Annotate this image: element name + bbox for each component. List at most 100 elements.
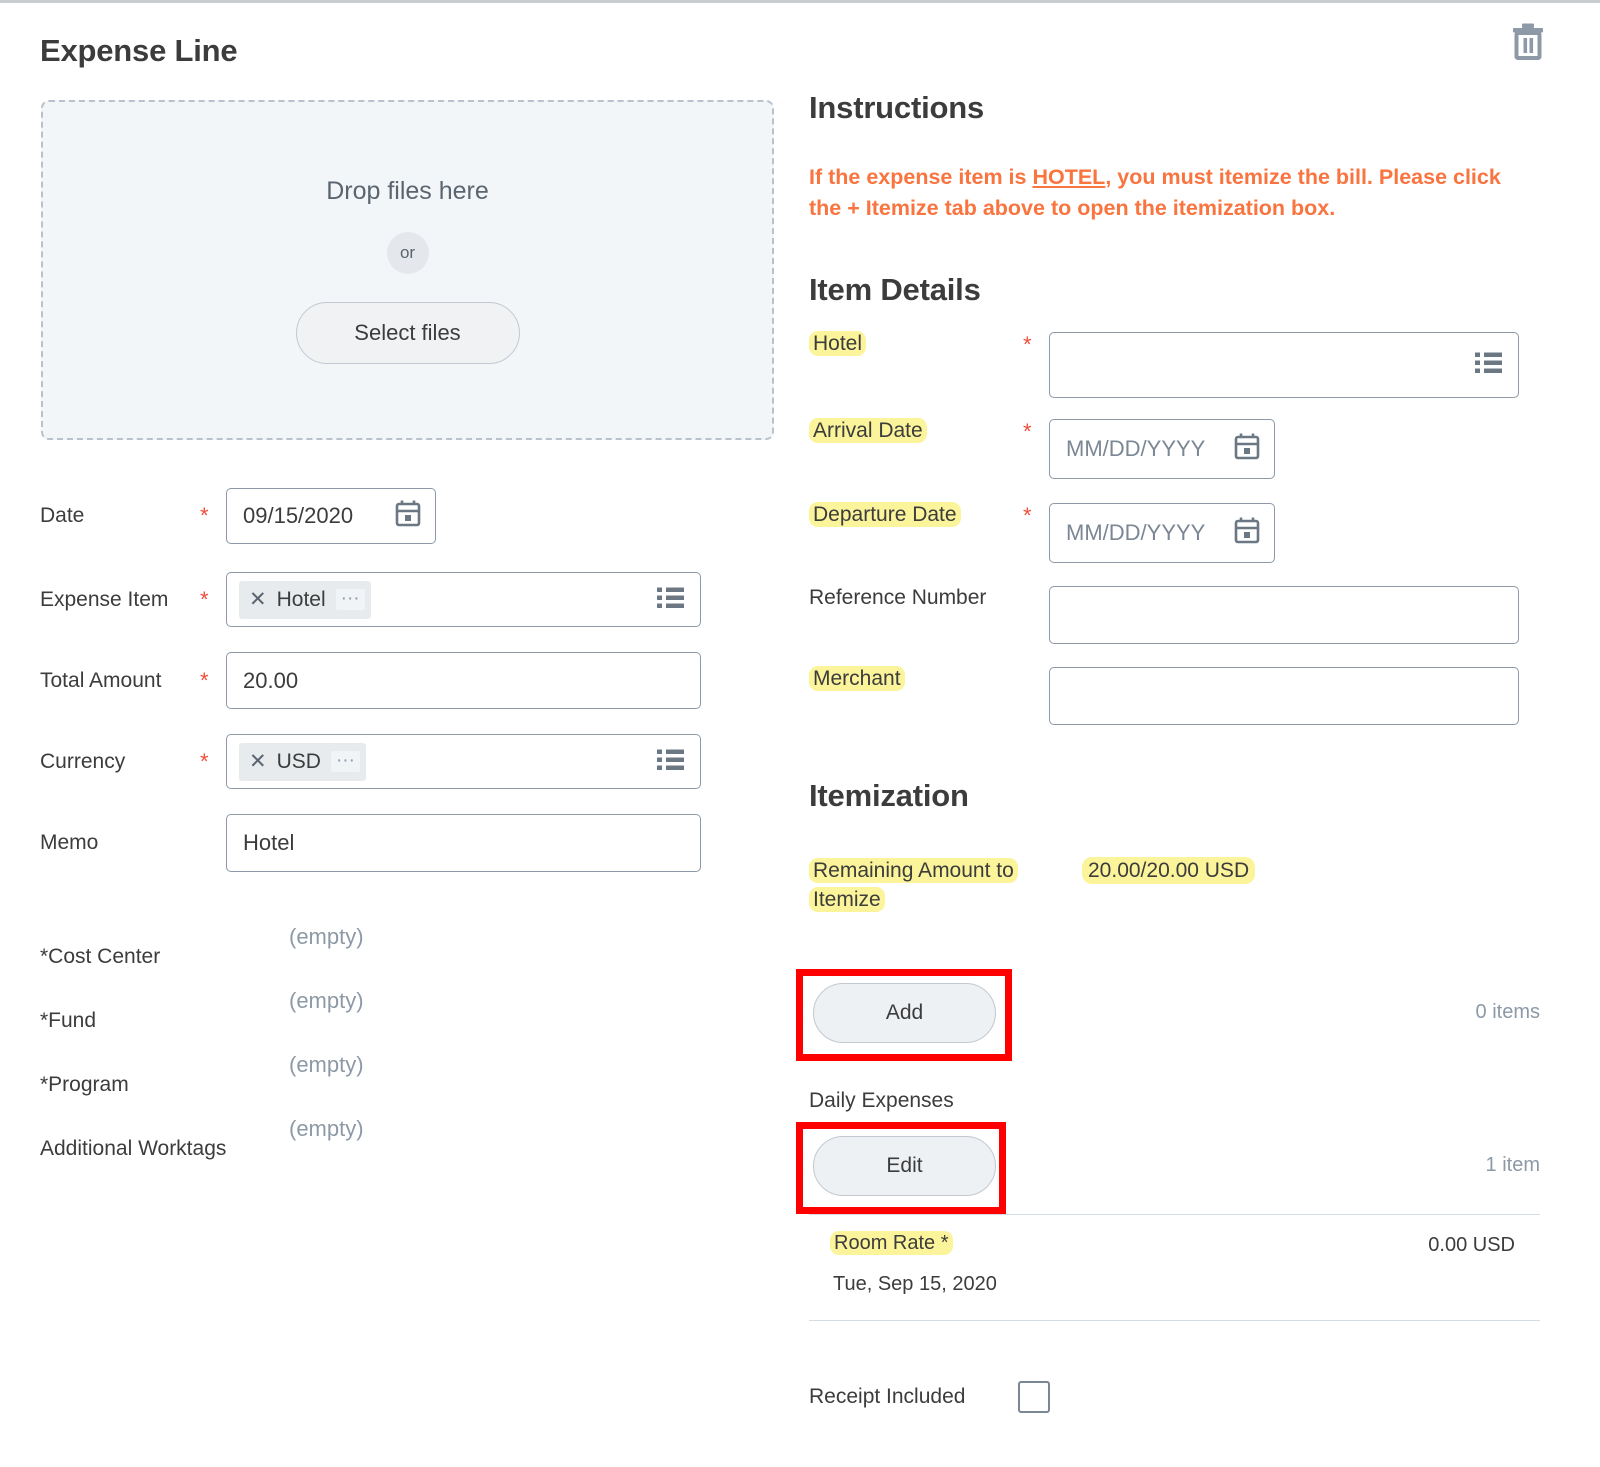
remove-token-icon[interactable]: ✕ bbox=[249, 589, 267, 610]
form-row-memo: Memo Hotel bbox=[40, 814, 701, 872]
line-item-name: Room Rate * bbox=[830, 1231, 953, 1255]
currency-token[interactable]: ✕ USD ··· bbox=[239, 742, 366, 781]
calendar-icon[interactable] bbox=[1234, 517, 1260, 549]
daily-expenses-label: Daily Expenses bbox=[809, 1089, 954, 1112]
total-amount-value: 20.00 bbox=[243, 667, 299, 693]
hotel-label: Hotel bbox=[809, 331, 1023, 356]
departure-date-label: Departure Date bbox=[809, 502, 1023, 527]
arrival-date-label: Arrival Date bbox=[809, 418, 1023, 443]
form-row-currency: Currency * ✕ USD ··· bbox=[40, 734, 701, 789]
memo-value: Hotel bbox=[243, 830, 295, 855]
receipt-included-label: Receipt Included bbox=[809, 1385, 966, 1408]
merchant-input[interactable] bbox=[1049, 667, 1519, 725]
edit-item-count: 1 item bbox=[1485, 1154, 1540, 1176]
arrival-date-input[interactable]: MM/DD/YYYY bbox=[1049, 419, 1275, 479]
reference-number-label: Reference Number bbox=[809, 586, 987, 609]
worktag-row-program: *Program (empty) bbox=[40, 1046, 740, 1110]
cost-center-value[interactable]: (empty) bbox=[289, 924, 364, 950]
worktag-row-additional: Additional Worktags (empty) bbox=[40, 1110, 740, 1174]
instructions-hotel-emphasis: HOTEL bbox=[1032, 165, 1106, 189]
page-title: Expense Line bbox=[40, 33, 238, 68]
total-amount-input[interactable]: 20.00 bbox=[226, 652, 701, 709]
line-item-name-text: Room Rate * bbox=[830, 1231, 953, 1255]
reference-number-required-marker bbox=[1023, 586, 1049, 588]
program-label: *Program bbox=[40, 1073, 129, 1096]
arrival-date-required-marker: * bbox=[1023, 419, 1032, 444]
line-item-divider-bottom bbox=[809, 1320, 1540, 1321]
currency-required-marker: * bbox=[200, 748, 209, 774]
item-detail-row-arrival-date: Arrival Date * MM/DD/YYYY bbox=[809, 418, 1275, 479]
fund-value[interactable]: (empty) bbox=[289, 988, 364, 1014]
instructions-heading: Instructions bbox=[809, 90, 985, 125]
item-details-heading: Item Details bbox=[809, 272, 981, 307]
cost-center-label: *Cost Center bbox=[40, 945, 161, 968]
total-amount-label: Total Amount bbox=[40, 668, 162, 692]
expense-item-required-marker: * bbox=[200, 586, 209, 612]
program-value[interactable]: (empty) bbox=[289, 1052, 364, 1078]
remaining-amount-label: Remaining Amount to Itemize bbox=[809, 857, 1039, 915]
token-overflow-icon[interactable]: ··· bbox=[330, 750, 360, 772]
arrival-date-placeholder: MM/DD/YYYY bbox=[1066, 436, 1206, 461]
date-label: Date bbox=[40, 504, 85, 527]
form-row-date: Date * 09/15/2020 bbox=[40, 488, 436, 544]
item-detail-row-reference-number: Reference Number bbox=[809, 586, 1519, 644]
form-row-total-amount: Total Amount * 20.00 bbox=[40, 652, 701, 709]
line-item-amount: 0.00 USD bbox=[1428, 1234, 1515, 1256]
departure-date-required-marker: * bbox=[1023, 503, 1032, 528]
token-overflow-icon[interactable]: ··· bbox=[335, 588, 365, 610]
instructions-body: If the expense item is HOTEL, you must i… bbox=[809, 162, 1539, 223]
remaining-amount-value-text: 20.00/20.00 USD bbox=[1082, 857, 1256, 884]
dropzone-instruction: Drop files here bbox=[326, 176, 489, 205]
merchant-required-marker bbox=[1023, 667, 1049, 669]
form-row-expense-item: Expense Item * ✕ Hotel ··· bbox=[40, 572, 701, 627]
remaining-amount-value: 20.00/20.00 USD bbox=[1082, 857, 1256, 884]
calendar-icon[interactable] bbox=[395, 500, 421, 532]
list-prompt-icon[interactable] bbox=[657, 748, 684, 775]
expense-item-input[interactable]: ✕ Hotel ··· bbox=[226, 572, 701, 627]
memo-label: Memo bbox=[40, 831, 99, 854]
merchant-label: Merchant bbox=[809, 666, 1023, 691]
currency-token-label: USD bbox=[276, 749, 321, 773]
currency-input[interactable]: ✕ USD ··· bbox=[226, 734, 701, 789]
merchant-label-text: Merchant bbox=[809, 666, 905, 691]
date-value: 09/15/2020 bbox=[243, 503, 354, 528]
itemization-heading: Itemization bbox=[809, 778, 969, 813]
receipt-included-checkbox[interactable] bbox=[1018, 1381, 1050, 1413]
calendar-icon[interactable] bbox=[1234, 433, 1260, 465]
file-dropzone[interactable]: Drop files here or Select files bbox=[41, 100, 774, 440]
expense-item-token[interactable]: ✕ Hotel ··· bbox=[239, 580, 371, 619]
date-input[interactable]: 09/15/2020 bbox=[226, 488, 436, 544]
remove-token-icon[interactable]: ✕ bbox=[249, 751, 267, 772]
hotel-label-text: Hotel bbox=[809, 331, 867, 356]
list-prompt-icon[interactable] bbox=[1475, 352, 1502, 379]
departure-date-input[interactable]: MM/DD/YYYY bbox=[1049, 503, 1275, 563]
add-itemization-button[interactable]: Add bbox=[813, 983, 996, 1043]
line-item-date: Tue, Sep 15, 2020 bbox=[833, 1273, 997, 1295]
edit-daily-expenses-button[interactable]: Edit bbox=[813, 1136, 996, 1196]
worktag-row-fund: *Fund (empty) bbox=[40, 982, 740, 1046]
remaining-amount-label-text: Remaining Amount to Itemize bbox=[809, 858, 1018, 912]
departure-date-label-text: Departure Date bbox=[809, 502, 961, 527]
add-item-count: 0 items bbox=[1475, 1001, 1540, 1023]
currency-label: Currency bbox=[40, 749, 126, 773]
fund-label: *Fund bbox=[40, 1009, 97, 1032]
dropzone-or-badge: or bbox=[386, 231, 429, 274]
select-files-button[interactable]: Select files bbox=[295, 301, 520, 364]
departure-date-placeholder: MM/DD/YYYY bbox=[1066, 520, 1206, 545]
item-detail-row-hotel: Hotel * bbox=[809, 331, 1519, 398]
left-column: Expense Line Drop files here or Select f… bbox=[0, 0, 790, 1467]
hotel-required-marker: * bbox=[1023, 332, 1032, 357]
total-amount-required-marker: * bbox=[200, 667, 209, 693]
additional-worktags-value[interactable]: (empty) bbox=[289, 1116, 364, 1142]
arrival-date-label-text: Arrival Date bbox=[809, 418, 927, 443]
reference-number-input[interactable] bbox=[1049, 586, 1519, 644]
memo-input[interactable]: Hotel bbox=[226, 814, 701, 872]
expense-item-token-label: Hotel bbox=[276, 587, 326, 611]
hotel-input[interactable] bbox=[1049, 332, 1519, 398]
worktag-row-cost-center: *Cost Center (empty) bbox=[40, 918, 740, 982]
item-detail-row-merchant: Merchant bbox=[809, 666, 1519, 725]
expense-item-label: Expense Item bbox=[40, 587, 169, 611]
instructions-body-part1: If the expense item is bbox=[809, 165, 1033, 189]
item-detail-row-departure-date: Departure Date * MM/DD/YYYY bbox=[809, 502, 1275, 563]
list-prompt-icon[interactable] bbox=[657, 586, 684, 613]
